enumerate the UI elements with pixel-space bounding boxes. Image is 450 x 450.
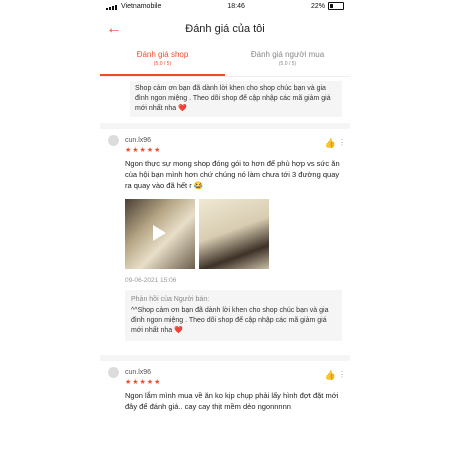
tab-buyer-reviews[interactable]: Đánh giá người mua (5.0 / 5): [225, 46, 350, 76]
more-dots-icon[interactable]: ⋮: [338, 138, 346, 147]
review-item: cun.lx96 👍 ⋮ ★★★★★ Ngon thực sự mong sho…: [100, 123, 350, 347]
tab-bar: Đánh giá shop (5.0 / 5) Đánh giá người m…: [100, 46, 350, 77]
page-title: Đánh giá của tôi: [185, 23, 265, 35]
clock: 18:46: [227, 2, 245, 10]
seller-reply: Phản hồi của Người bán: ^^Shop cảm ơn bạ…: [125, 290, 342, 341]
app-header: ← Đánh giá của tôi: [100, 12, 350, 46]
review-photo-thumbnail[interactable]: [199, 199, 269, 269]
more-dots-icon[interactable]: ⋮: [338, 370, 346, 379]
thumbs-up-icon[interactable]: 👍: [325, 138, 336, 149]
seller-reply-top: Shop cảm ơn bạn đã dành lời khen cho sho…: [130, 81, 342, 117]
review-user: cun.lx96: [108, 367, 342, 378]
status-bar: Vietnamobile 18:46 22%: [100, 0, 350, 12]
thumbs-up-icon[interactable]: 👍: [325, 370, 336, 381]
play-icon: [153, 225, 166, 241]
battery-icon: [327, 2, 344, 10]
back-arrow-icon[interactable]: ←: [106, 20, 122, 38]
star-rating: ★★★★★: [125, 147, 162, 154]
tab-rating: (5.0 / 5): [278, 61, 297, 67]
reply-label: Phản hồi của Người bán:: [131, 296, 210, 303]
review-user: cun.lx96: [108, 135, 342, 146]
tab-label: Đánh giá shop: [136, 50, 189, 59]
tab-label: Đánh giá người mua: [250, 50, 325, 59]
battery-percent: 22%: [310, 2, 325, 10]
username: cun.lx96: [125, 137, 152, 144]
username: cun.lx96: [125, 369, 152, 376]
review-text: Ngon thực sự mong shop đóng gói to hơn đ…: [125, 159, 340, 190]
reply-text: ^^Shop cảm ơn bạn đã dành lời khen cho s…: [131, 307, 329, 334]
star-rating: ★★★★★: [125, 379, 162, 386]
review-date: 09-06-2021 15:06: [125, 277, 177, 284]
review-media: [125, 199, 342, 269]
phone-screen: Vietnamobile 18:46 22% ← Đánh giá của tô…: [100, 0, 350, 450]
review-video-thumbnail[interactable]: [125, 199, 195, 269]
tab-rating: (5.0 / 5): [153, 61, 172, 67]
signal-icon: [106, 3, 118, 10]
review-item: cun.lx96 👍 ⋮ ★★★★★ Ngon lắm mình mua về …: [100, 355, 350, 418]
tab-shop-reviews[interactable]: Đánh giá shop (5.0 / 5): [100, 46, 225, 76]
review-text: Ngon lắm mình mua về ăn ko kịp chụp phải…: [125, 391, 339, 411]
avatar: [108, 367, 119, 378]
carrier-name: Vietnamobile: [121, 2, 162, 10]
avatar: [108, 135, 119, 146]
